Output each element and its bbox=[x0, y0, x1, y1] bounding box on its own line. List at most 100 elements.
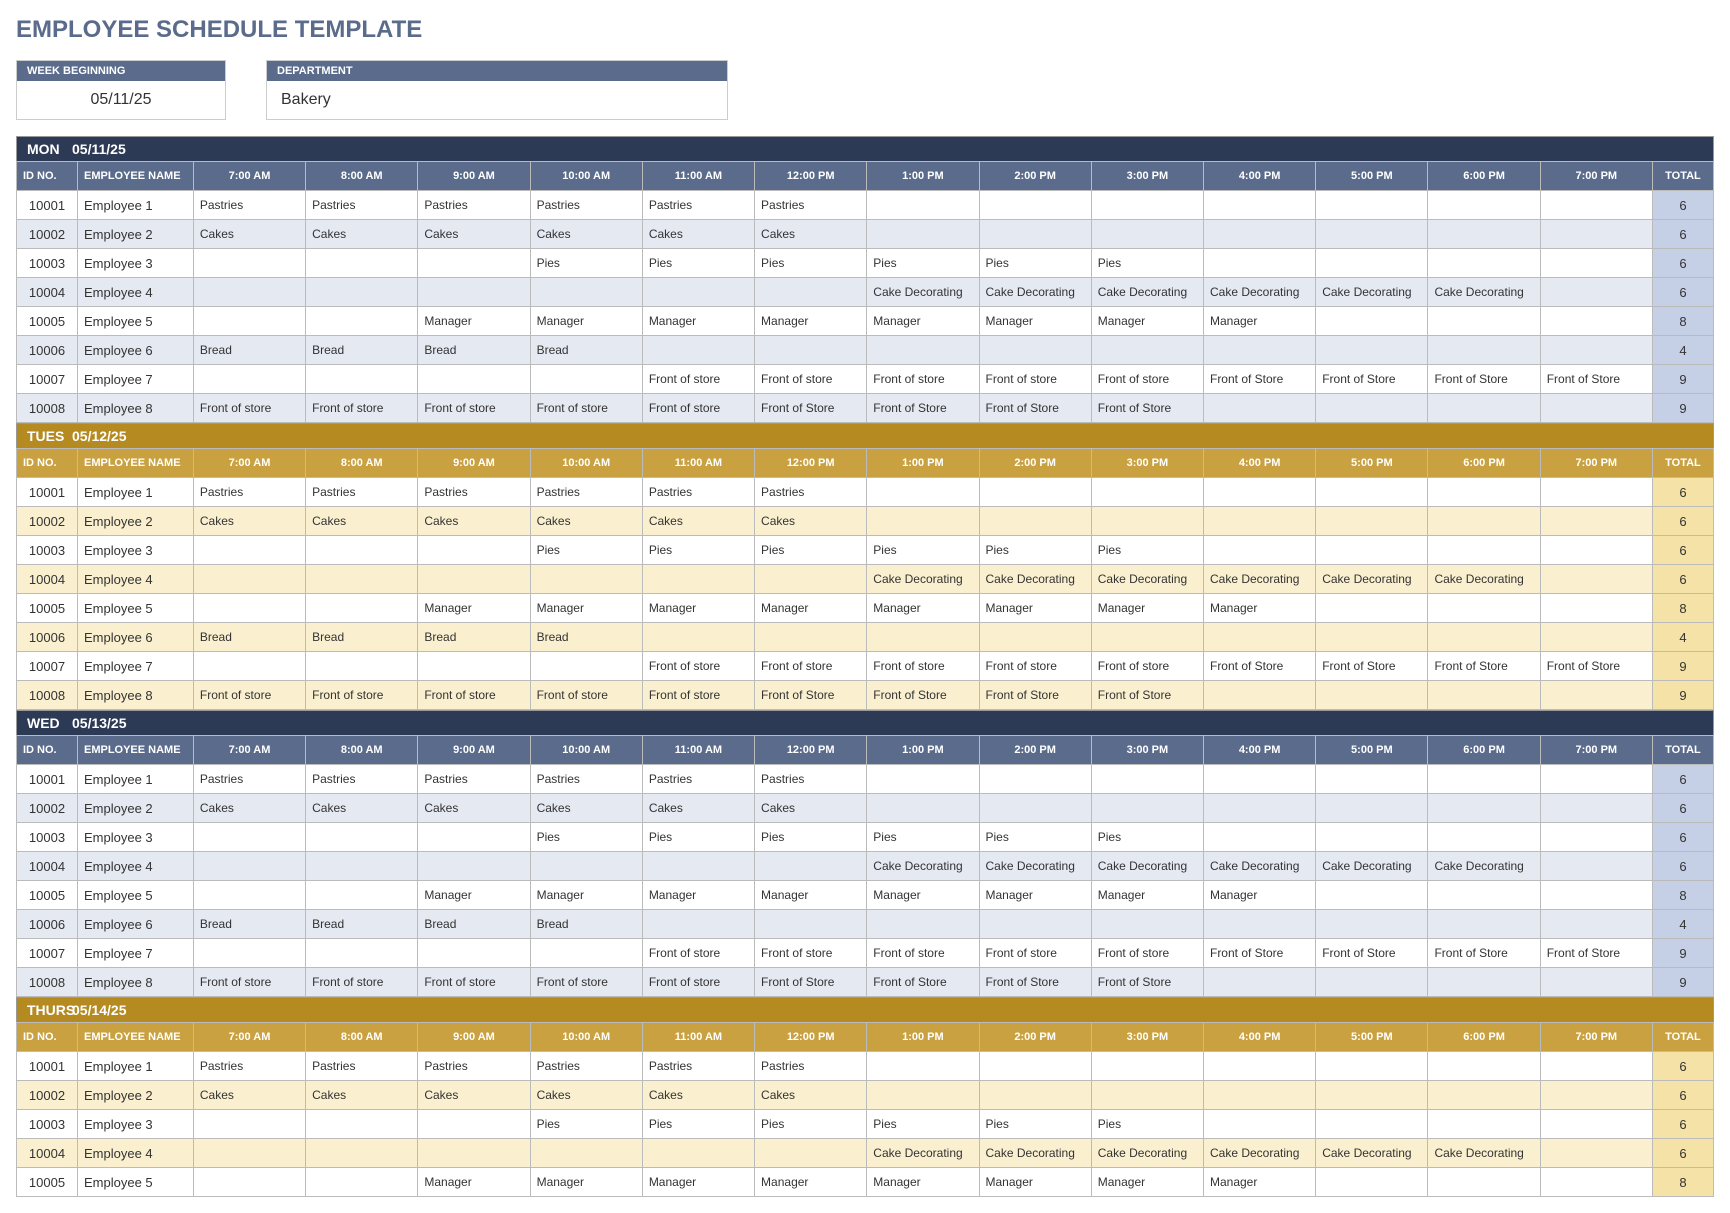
cell-slot[interactable]: Cake Decorating bbox=[1091, 852, 1203, 881]
cell-slot[interactable]: Cakes bbox=[306, 220, 418, 249]
cell-slot[interactable] bbox=[1091, 910, 1203, 939]
cell-slot[interactable]: Pies bbox=[530, 1110, 642, 1139]
cell-slot[interactable]: Pastries bbox=[530, 765, 642, 794]
cell-slot[interactable] bbox=[979, 794, 1091, 823]
cell-slot[interactable] bbox=[1428, 765, 1540, 794]
cell-slot[interactable] bbox=[1316, 968, 1428, 997]
cell-slot[interactable] bbox=[642, 1139, 754, 1168]
cell-slot[interactable] bbox=[1091, 507, 1203, 536]
cell-slot[interactable]: Bread bbox=[418, 910, 530, 939]
cell-slot[interactable] bbox=[867, 794, 979, 823]
cell-slot[interactable] bbox=[1540, 852, 1652, 881]
cell-slot[interactable] bbox=[1428, 968, 1540, 997]
cell-slot[interactable] bbox=[1203, 1110, 1315, 1139]
cell-slot[interactable] bbox=[1316, 594, 1428, 623]
cell-slot[interactable]: Manager bbox=[867, 1168, 979, 1197]
cell-slot[interactable] bbox=[1203, 249, 1315, 278]
cell-slot[interactable]: Manager bbox=[642, 881, 754, 910]
cell-slot[interactable] bbox=[418, 1139, 530, 1168]
cell-slot[interactable]: Manager bbox=[979, 1168, 1091, 1197]
cell-slot[interactable]: Manager bbox=[418, 881, 530, 910]
cell-slot[interactable]: Front of store bbox=[530, 681, 642, 710]
cell-slot[interactable] bbox=[1091, 220, 1203, 249]
department-value[interactable]: Bakery bbox=[267, 81, 727, 119]
cell-slot[interactable] bbox=[418, 249, 530, 278]
cell-slot[interactable]: Front of Store bbox=[755, 681, 867, 710]
cell-slot[interactable]: Front of Store bbox=[1203, 365, 1315, 394]
cell-slot[interactable]: Cakes bbox=[642, 507, 754, 536]
cell-slot[interactable]: Front of store bbox=[418, 394, 530, 423]
cell-slot[interactable] bbox=[1428, 536, 1540, 565]
cell-slot[interactable]: Pastries bbox=[306, 478, 418, 507]
cell-slot[interactable] bbox=[755, 852, 867, 881]
cell-slot[interactable]: Cake Decorating bbox=[1203, 852, 1315, 881]
cell-slot[interactable] bbox=[867, 507, 979, 536]
cell-slot[interactable] bbox=[193, 881, 305, 910]
cell-slot[interactable] bbox=[1428, 623, 1540, 652]
cell-slot[interactable] bbox=[1428, 1052, 1540, 1081]
cell-slot[interactable]: Front of Store bbox=[1316, 939, 1428, 968]
cell-slot[interactable]: Cake Decorating bbox=[1316, 565, 1428, 594]
cell-slot[interactable]: Pies bbox=[755, 536, 867, 565]
cell-slot[interactable] bbox=[1316, 394, 1428, 423]
cell-slot[interactable] bbox=[1540, 968, 1652, 997]
cell-slot[interactable]: Pies bbox=[979, 823, 1091, 852]
cell-slot[interactable]: Cakes bbox=[530, 220, 642, 249]
cell-slot[interactable]: Front of store bbox=[642, 394, 754, 423]
cell-slot[interactable] bbox=[1203, 623, 1315, 652]
cell-slot[interactable]: Front of Store bbox=[1091, 968, 1203, 997]
cell-slot[interactable] bbox=[1316, 507, 1428, 536]
cell-slot[interactable]: Pastries bbox=[418, 478, 530, 507]
cell-slot[interactable] bbox=[530, 565, 642, 594]
cell-slot[interactable] bbox=[867, 191, 979, 220]
cell-slot[interactable] bbox=[1091, 478, 1203, 507]
cell-slot[interactable] bbox=[306, 249, 418, 278]
cell-slot[interactable]: Front of store bbox=[867, 365, 979, 394]
cell-slot[interactable]: Front of store bbox=[642, 681, 754, 710]
cell-slot[interactable]: Pies bbox=[867, 823, 979, 852]
cell-slot[interactable]: Manager bbox=[530, 881, 642, 910]
cell-slot[interactable] bbox=[1091, 1081, 1203, 1110]
cell-slot[interactable] bbox=[1540, 910, 1652, 939]
cell-slot[interactable]: Pastries bbox=[755, 191, 867, 220]
cell-slot[interactable] bbox=[1316, 823, 1428, 852]
cell-slot[interactable]: Front of Store bbox=[1428, 365, 1540, 394]
cell-slot[interactable] bbox=[1428, 249, 1540, 278]
cell-slot[interactable] bbox=[1540, 478, 1652, 507]
cell-slot[interactable] bbox=[1428, 191, 1540, 220]
cell-slot[interactable] bbox=[1203, 478, 1315, 507]
cell-slot[interactable] bbox=[418, 278, 530, 307]
cell-slot[interactable] bbox=[1203, 794, 1315, 823]
cell-slot[interactable]: Cakes bbox=[193, 794, 305, 823]
cell-slot[interactable] bbox=[979, 1081, 1091, 1110]
cell-slot[interactable]: Front of store bbox=[193, 968, 305, 997]
cell-slot[interactable] bbox=[1540, 191, 1652, 220]
cell-slot[interactable]: Front of Store bbox=[1316, 365, 1428, 394]
cell-slot[interactable]: Pies bbox=[1091, 1110, 1203, 1139]
cell-slot[interactable] bbox=[306, 823, 418, 852]
cell-slot[interactable]: Cake Decorating bbox=[1203, 1139, 1315, 1168]
cell-slot[interactable]: Manager bbox=[867, 594, 979, 623]
cell-slot[interactable]: Pies bbox=[1091, 536, 1203, 565]
cell-slot[interactable] bbox=[193, 939, 305, 968]
cell-slot[interactable] bbox=[1540, 507, 1652, 536]
cell-slot[interactable]: Cake Decorating bbox=[1316, 852, 1428, 881]
cell-slot[interactable]: Front of store bbox=[755, 939, 867, 968]
cell-slot[interactable] bbox=[418, 939, 530, 968]
cell-slot[interactable]: Front of store bbox=[642, 968, 754, 997]
cell-slot[interactable]: Front of Store bbox=[979, 394, 1091, 423]
cell-slot[interactable] bbox=[418, 536, 530, 565]
cell-slot[interactable] bbox=[1540, 307, 1652, 336]
cell-slot[interactable]: Cake Decorating bbox=[1428, 278, 1540, 307]
cell-slot[interactable]: Front of Store bbox=[1540, 365, 1652, 394]
cell-slot[interactable]: Front of Store bbox=[755, 968, 867, 997]
cell-slot[interactable] bbox=[642, 336, 754, 365]
cell-slot[interactable]: Cake Decorating bbox=[1316, 1139, 1428, 1168]
cell-slot[interactable] bbox=[1091, 1052, 1203, 1081]
cell-slot[interactable]: Manager bbox=[755, 594, 867, 623]
cell-slot[interactable] bbox=[1540, 394, 1652, 423]
cell-slot[interactable]: Cakes bbox=[642, 794, 754, 823]
cell-slot[interactable] bbox=[530, 1139, 642, 1168]
cell-slot[interactable]: Bread bbox=[193, 910, 305, 939]
cell-slot[interactable] bbox=[1316, 910, 1428, 939]
